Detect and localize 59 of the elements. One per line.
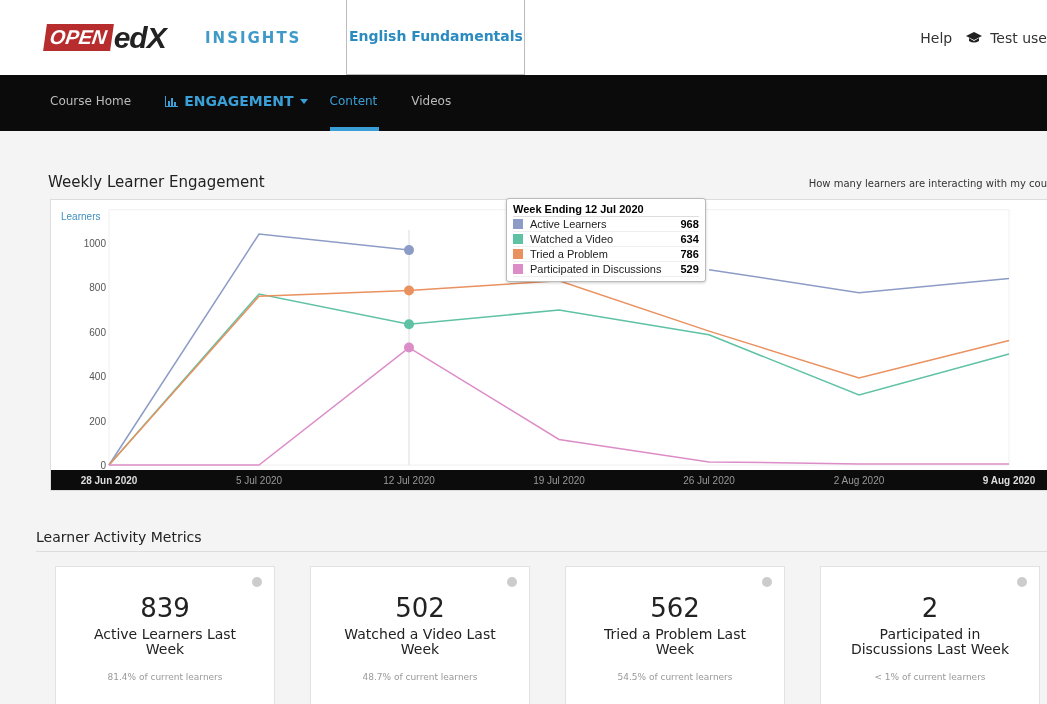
tick-label: 800 [89,282,106,294]
metric-label: Tried a Problem Last Week [603,627,747,658]
data-point [404,245,414,256]
metric-note: < 1% of current learners [874,671,986,682]
metric-value: 502 [395,593,445,623]
data-point [404,285,414,296]
tick-label: 9 Aug 2020 [982,475,1036,486]
metric-note: 81.4% of current learners [107,671,223,682]
section-question: How many learners are interacting with my cou [808,178,1047,189]
tooltip-label: Participated in Discussions [530,263,662,275]
metric-label: Participated in Discussions Last Week [849,627,1011,658]
tick-label: 400 [89,371,106,383]
section-title: Weekly Learner Engagement [48,173,265,191]
nav-tab[interactable]: Videos [409,75,454,131]
user-menu[interactable]: Test use [966,29,1047,46]
logo-text: edX [113,20,166,55]
axis-label: Learners [61,211,101,222]
nav-dropdown[interactable]: ENGAGEMENT [163,75,310,131]
tooltip-label: Watched a Video [530,233,615,245]
metric-label: Watched a Video Last Week [343,627,497,658]
tick-label: 19 Jul 2020 [533,475,585,486]
metric-value: 839 [140,593,190,623]
nav-tab[interactable]: Content [329,75,380,131]
tick-label: 2 Aug 2020 [833,475,885,486]
caret-icon [299,98,308,104]
bar-chart-icon [165,95,179,107]
tooltip-label: Tried a Problem [530,248,609,260]
metric-label: Active Learners Last Week [92,627,238,658]
info-icon[interactable] [1017,577,1027,587]
product-name: INSIGHTS [205,28,302,47]
tick-label: 28 Jun 2020 [80,475,138,486]
tick-label: 26 Jul 2020 [683,475,735,486]
tooltip-title: Week Ending 12 Jul 2020 [513,203,699,217]
data-point [404,342,414,353]
info-icon[interactable] [252,577,262,587]
logo-text: OPEN [43,24,114,51]
metric-value: 2 [921,593,939,623]
tooltip-value: 786 [680,248,699,260]
tick-label: 12 Jul 2020 [383,475,435,486]
metric-note: 54.5% of current learners [617,671,733,682]
section-title: Learner Activity Metrics [36,529,1047,552]
tick-label: 5 Jul 2020 [235,475,283,486]
tick-label: 0 [100,460,106,471]
help-link[interactable]: Help [920,29,953,46]
tick-label: 600 [89,326,106,338]
tooltip-value: 968 [680,218,699,230]
data-point [404,319,414,330]
tick-label: 1000 [83,238,106,249]
nav-tab[interactable]: Course Home [48,75,134,131]
info-icon[interactable] [507,577,517,587]
metric-note: 48.7% of current learners [362,671,478,682]
tooltip-value: 529 [680,263,699,275]
metric-value: 562 [650,593,700,623]
graduation-cap-icon [966,31,983,44]
logo[interactable]: OPEN edX [45,0,205,75]
tooltip-value: 634 [680,233,699,245]
tooltip-label: Active Learners [530,218,608,230]
info-icon[interactable] [762,577,772,587]
tick-label: 200 [89,415,106,427]
